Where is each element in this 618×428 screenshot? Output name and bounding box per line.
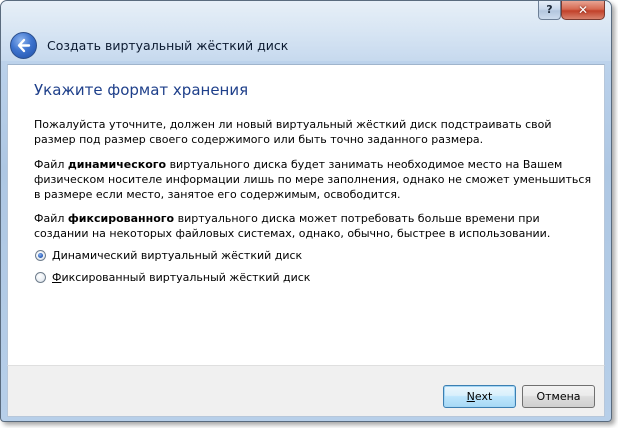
fixed-bold: фиксированного (67, 212, 175, 225)
wizard-header: Создать виртуальный жёсткий диск (7, 26, 605, 64)
radio-dynamic-label: Динамический виртуальный жёсткий диск (52, 249, 302, 262)
page-title: Укажите формат хранения (34, 81, 249, 99)
next-mnemonic: N (466, 390, 475, 403)
close-button[interactable]: ✕ (561, 1, 605, 20)
wizard-window: ? ✕ Создать виртуальный жёсткий диск Ука… (0, 0, 612, 422)
radio-button-unchecked[interactable] (35, 272, 46, 283)
help-button[interactable]: ? (538, 1, 561, 20)
dynamic-prefix: Файл (34, 158, 68, 171)
radio-dynamic-mnemonic: Д (52, 249, 61, 262)
radio-fixed-label: Фиксированный виртуальный жёсткий диск (52, 271, 310, 284)
dynamic-bold: динамического (67, 158, 167, 171)
next-button[interactable]: Next (443, 385, 516, 408)
back-arrow-glyph (17, 38, 31, 52)
fixed-prefix: Файл (34, 212, 68, 225)
radio-dynamic-disk[interactable]: Динамический виртуальный жёсткий диск (35, 249, 302, 262)
dynamic-description: Файл динамического виртуального диска бу… (34, 157, 594, 202)
wizard-footer: Next Отмена (7, 365, 605, 417)
radio-fixed-disk[interactable]: Фиксированный виртуальный жёсткий диск (35, 271, 310, 284)
radio-dynamic-rest: инамический виртуальный жёсткий диск (60, 249, 303, 262)
next-rest: ext (474, 390, 493, 403)
back-arrow-icon[interactable] (10, 31, 37, 59)
radio-fixed-rest: иксированный виртуальный жёсткий диск (61, 271, 311, 284)
radio-button-checked[interactable] (35, 250, 46, 261)
intro-text: Пожалуйста уточните, должен ли новый вир… (34, 118, 552, 146)
cancel-button[interactable]: Отмена (522, 385, 595, 408)
window-title: Создать виртуальный жёсткий диск (47, 37, 289, 53)
wizard-content: Укажите формат хранения Пожалуйста уточн… (7, 64, 605, 365)
fixed-description: Файл фиксированного виртуального диска м… (34, 211, 594, 241)
